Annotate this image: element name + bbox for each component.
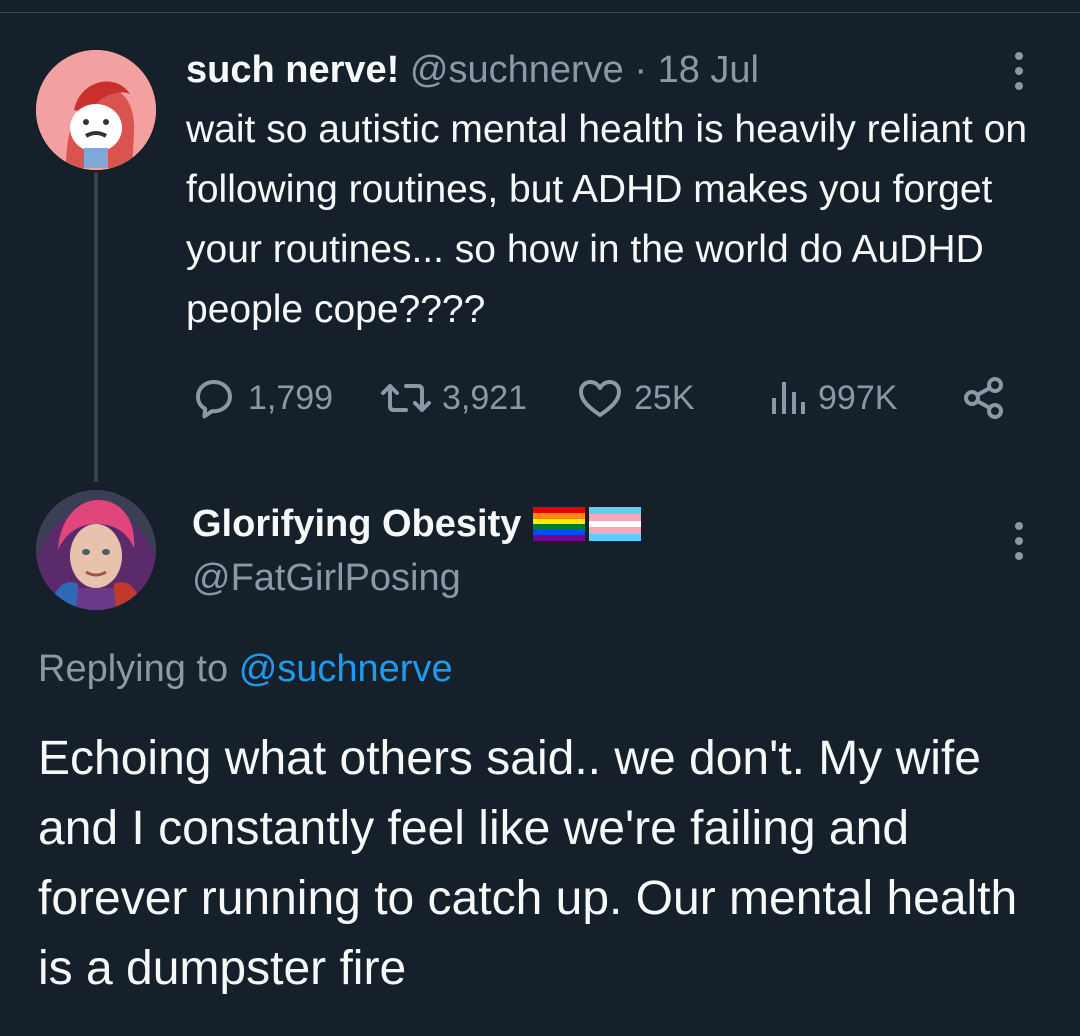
- tweet-actions: 1,799 3,921 25K 997K: [190, 370, 1020, 426]
- reply-display-name[interactable]: Glorifying Obesity: [192, 498, 521, 550]
- rainbow-flag-icon: [533, 507, 586, 541]
- header-separator: ·: [634, 49, 647, 91]
- reply-icon: [196, 380, 232, 419]
- flag-emojis: [533, 507, 642, 541]
- like-count: 25K: [634, 378, 695, 417]
- author-handle[interactable]: @suchnerve: [410, 49, 624, 91]
- heart-icon: [579, 380, 621, 417]
- transgender-flag-icon: [589, 507, 642, 541]
- author-display-name[interactable]: such nerve!: [186, 49, 399, 91]
- top-divider: [0, 12, 1080, 13]
- tweet-text: wait so autistic mental health is heavil…: [186, 108, 1028, 331]
- share-icon: [964, 377, 1003, 419]
- reply-handle[interactable]: @FatGirlPosing: [192, 552, 461, 604]
- views-icon: [772, 382, 805, 414]
- reply-text: Echoing what others said.. we don't. My …: [38, 732, 1018, 995]
- reply-button[interactable]: 1,799: [190, 370, 333, 426]
- view-count: 997K: [818, 378, 898, 417]
- avatar-suchnerve[interactable]: [36, 50, 156, 170]
- avatar-photo: [36, 490, 156, 610]
- share-button[interactable]: [960, 370, 1008, 426]
- reply-count: 1,799: [248, 378, 334, 417]
- retweet-button[interactable]: 3,921: [380, 370, 527, 426]
- replying-to: Replying to @suchnerve: [38, 642, 453, 696]
- more-options-icon[interactable]: [1013, 52, 1025, 90]
- tweet-header: such nerve! @suchnerve · 18 Jul: [186, 42, 759, 98]
- avatar-illustration: [36, 50, 156, 170]
- reply-more-options-icon[interactable]: [1013, 522, 1025, 560]
- thread-line: [94, 172, 98, 482]
- tweet-date[interactable]: 18 Jul: [658, 49, 759, 91]
- like-button[interactable]: 25K: [576, 370, 695, 426]
- reply-author-name-row: Glorifying Obesity: [192, 498, 642, 550]
- avatar-fatgirlposing[interactable]: [36, 490, 156, 610]
- replying-to-label: Replying to: [38, 648, 229, 690]
- replying-to-handle-link[interactable]: @suchnerve: [239, 648, 453, 690]
- views-button[interactable]: 997K: [768, 370, 897, 426]
- retweet-count: 3,921: [442, 378, 528, 417]
- retweet-icon: [381, 384, 431, 412]
